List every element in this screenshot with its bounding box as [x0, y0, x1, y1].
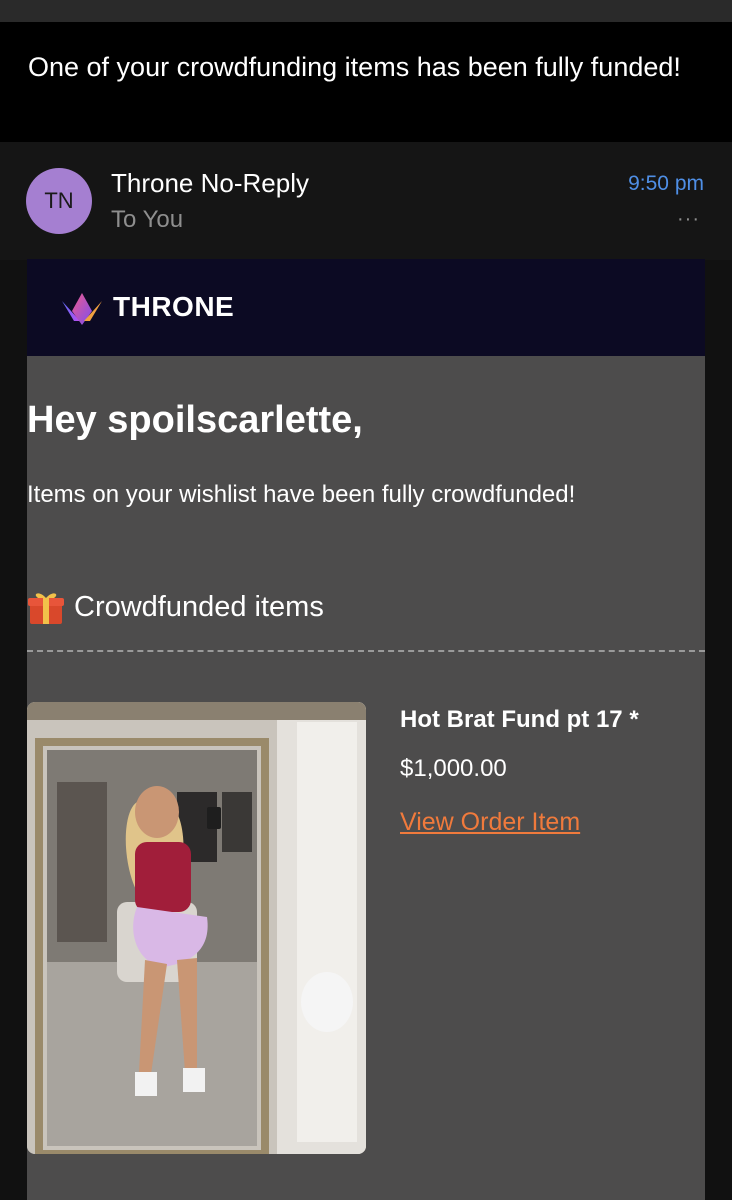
- item-price: $1,000.00: [400, 755, 507, 782]
- brand-name: THRONE: [113, 291, 235, 322]
- sender-name[interactable]: Throne No-Reply: [111, 168, 309, 199]
- intro-text: Items on your wishlist have been fully c…: [27, 481, 576, 508]
- message-header: TN Throne No-Reply To You 9:50 pm ···: [0, 142, 732, 260]
- section-title: Crowdfunded items: [74, 591, 324, 623]
- message-time: 9:50 pm: [628, 172, 704, 195]
- subject-bar: One of your crowdfunding items has been …: [0, 22, 732, 142]
- recipient-line[interactable]: To You: [111, 206, 183, 234]
- greeting-heading: Hey spoilscarlette,: [27, 399, 363, 441]
- item-photo-illustration: [27, 702, 366, 1154]
- crown-logo-icon: [62, 293, 102, 325]
- gift-icon: [28, 593, 64, 624]
- brand-header: THRONE: [27, 259, 705, 356]
- top-status-strip: [0, 0, 732, 22]
- sender-avatar[interactable]: TN: [26, 168, 92, 234]
- email-subject: One of your crowdfunding items has been …: [28, 52, 681, 82]
- section-divider: [27, 650, 705, 652]
- email-body: THRONE Hey spoilscarlette, Items on your…: [27, 259, 705, 1200]
- item-photo[interactable]: [27, 702, 366, 1154]
- item-name: Hot Brat Fund pt 17 *: [400, 706, 639, 733]
- more-options-icon[interactable]: ···: [677, 208, 700, 231]
- view-order-item-link[interactable]: View Order Item: [400, 808, 580, 837]
